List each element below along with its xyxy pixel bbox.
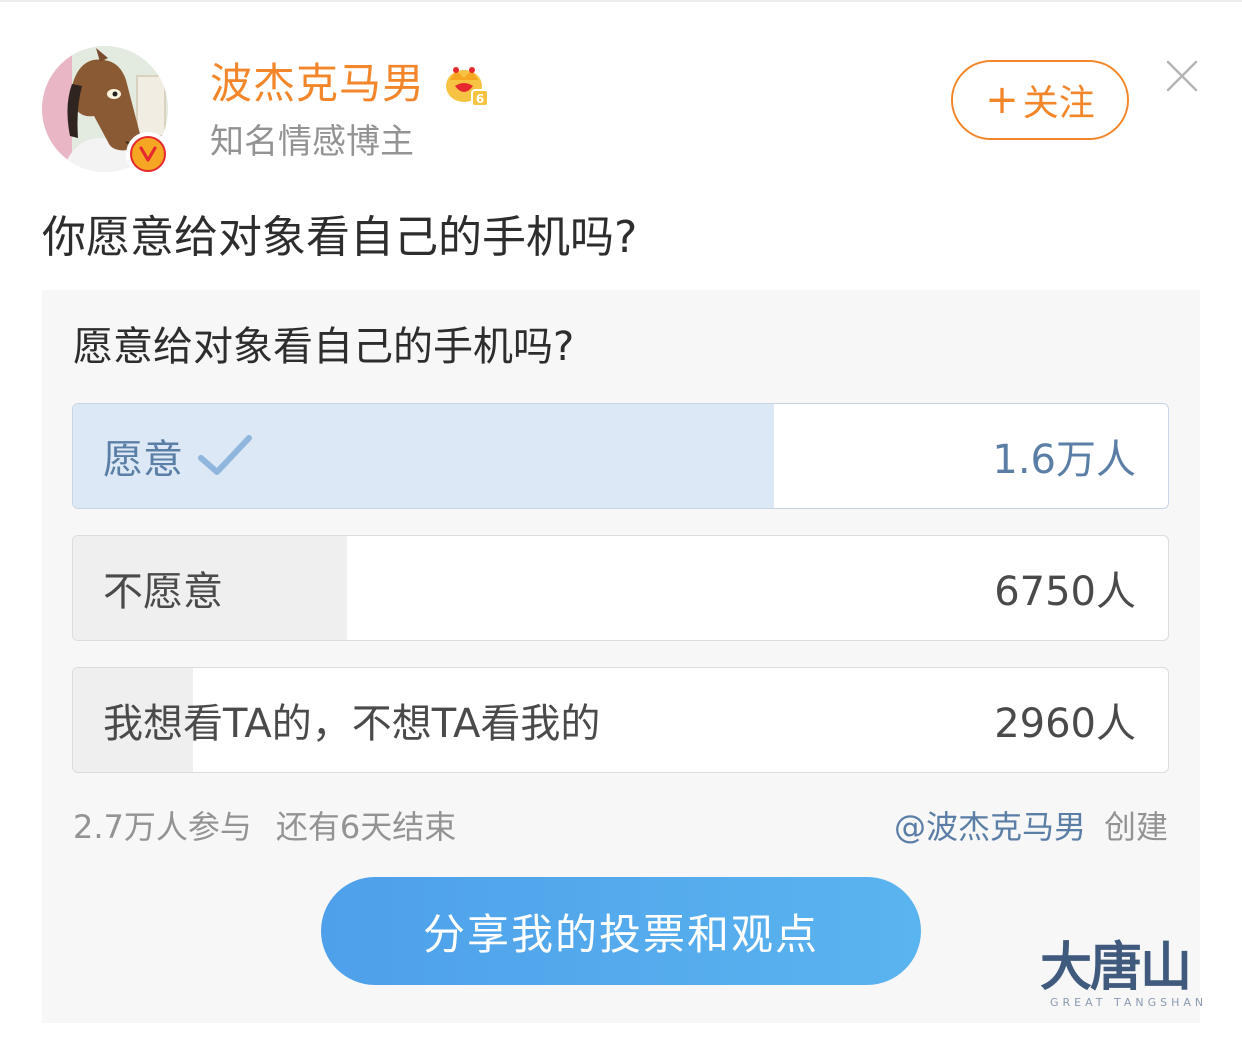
watermark-sub: GREAT TANGSHAN (1050, 996, 1208, 1009)
poll-option-unwilling[interactable]: 不愿意 6750人 (72, 535, 1169, 641)
option-count: 6750人 (994, 569, 1136, 615)
svg-text:6: 6 (476, 92, 484, 106)
created-label: 创建 (1103, 808, 1168, 846)
plus-icon: + (985, 77, 1019, 123)
top-divider (0, 0, 1242, 2)
time-remaining: 还有6天结束 (275, 808, 457, 846)
participants-count: 2.7万人参与 (73, 808, 252, 846)
verified-v-icon (130, 136, 166, 172)
poll-card: 愿意给对象看自己的手机吗? 愿意 1.6万人 不愿意 6750人 我想看TA的，… (42, 290, 1200, 1023)
verified-badge (126, 132, 170, 176)
user-subtitle: 知名情感博主 (210, 122, 414, 162)
watermark-logo: 大唐山 GREAT TANGSHAN (1040, 938, 1205, 1018)
poll-option-willing[interactable]: 愿意 1.6万人 (72, 403, 1169, 509)
follow-label: 关注 (1022, 83, 1095, 124)
option-label: 不愿意 (103, 569, 223, 615)
creator-link[interactable]: @波杰克马男 (894, 808, 1086, 846)
option-count: 1.6万人 (992, 437, 1136, 483)
share-vote-button[interactable]: 分享我的投票和观点 (321, 877, 921, 985)
username[interactable]: 波杰克马男 (210, 58, 425, 110)
option-label: 愿意 (103, 437, 183, 483)
crown-icon: 6 (446, 67, 489, 107)
watermark-main: 大唐山 (1040, 938, 1192, 998)
check-icon (198, 435, 252, 475)
poll-stats: 2.7万人参与 还有6天结束 (73, 805, 456, 849)
poll-question: 愿意给对象看自己的手机吗? (73, 324, 575, 370)
post-text: 你愿意给对象看自己的手机吗? (42, 212, 638, 263)
close-icon[interactable] (1164, 58, 1200, 94)
option-label: 我想看TA的，不想TA看我的 (103, 701, 601, 747)
follow-button[interactable]: + 关注 (951, 60, 1129, 140)
poll-creator: @波杰克马男 创建 (894, 805, 1168, 849)
option-count: 2960人 (994, 701, 1136, 747)
poll-option-one-way[interactable]: 我想看TA的，不想TA看我的 2960人 (72, 667, 1169, 773)
